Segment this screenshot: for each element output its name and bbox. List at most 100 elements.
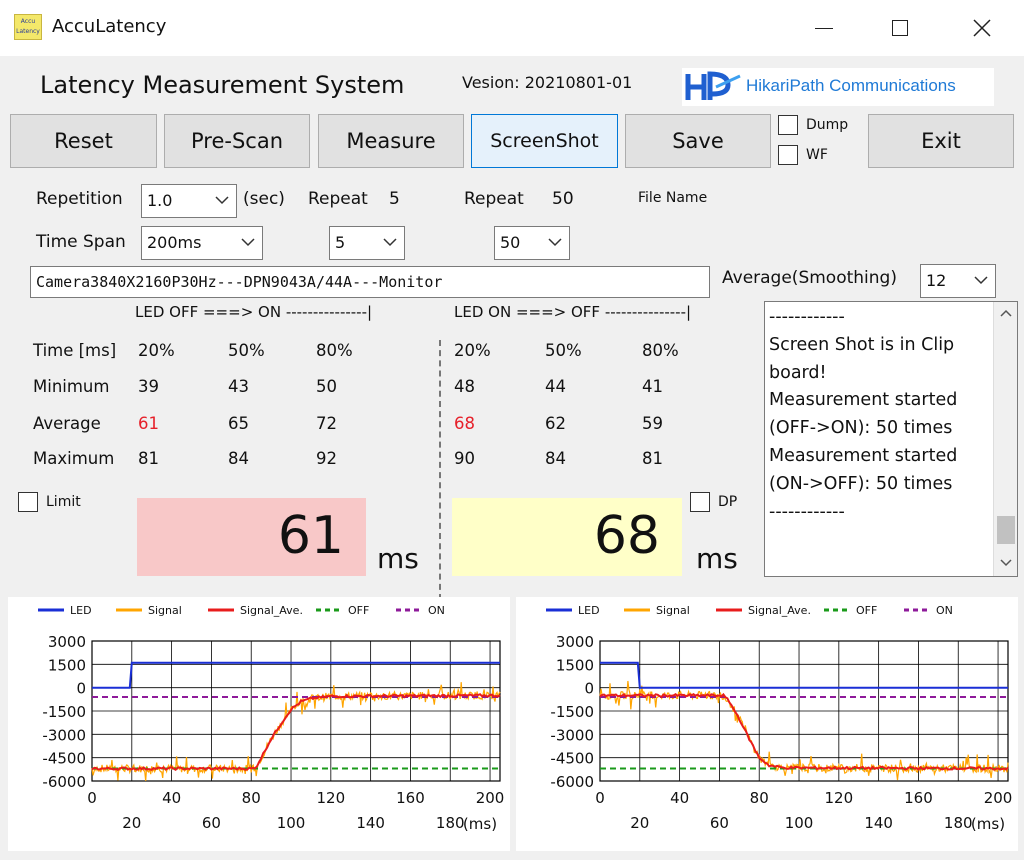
repeat-select-2[interactable]: 50 — [494, 226, 570, 260]
x-axis-label: (ms) — [463, 815, 497, 833]
reset-button[interactable]: Reset — [10, 114, 157, 168]
on-off-min-50: 44 — [545, 377, 566, 396]
log-textbox[interactable]: ------------ Screen Shot is in Clip boar… — [764, 301, 1018, 577]
scroll-up-icon[interactable] — [998, 306, 1014, 322]
scroll-down-icon[interactable] — [998, 554, 1014, 570]
y-tick-label: -4500 — [42, 750, 86, 768]
limit-checkbox[interactable]: Limit — [18, 492, 81, 512]
measure-button[interactable]: Measure — [318, 114, 464, 168]
system-title: Latency Measurement System — [40, 71, 405, 99]
on-off-min-80: 41 — [642, 377, 663, 396]
row-label-maximum: Maximum — [33, 449, 115, 468]
company-logo: HikariPath Communications — [682, 68, 994, 106]
x-tick-label: 80 — [750, 789, 769, 807]
x-axis-label: (ms) — [971, 815, 1005, 833]
limit-label: Limit — [46, 494, 81, 510]
on-off-avg-80: 59 — [642, 414, 663, 433]
prescan-button[interactable]: Pre-Scan — [164, 114, 310, 168]
version-label: Vesion: 20210801-01 — [462, 73, 633, 92]
repeat-value-2: 50 — [552, 189, 574, 209]
app-icon-text-top: Accu — [20, 18, 36, 25]
y-tick-label: -1500 — [42, 703, 86, 721]
on-off-max-80: 81 — [642, 449, 663, 468]
on-off-max-20: 90 — [454, 449, 475, 468]
chevron-down-icon — [383, 238, 397, 247]
timespan-select-value: 200ms — [147, 233, 202, 252]
x-tick-label: 0 — [595, 789, 605, 807]
off-on-max-50: 84 — [228, 449, 249, 468]
log-scrollbar[interactable] — [993, 302, 1017, 576]
off-on-col-80: 80% — [316, 341, 353, 360]
y-tick-label: -6000 — [42, 773, 86, 791]
log-line: board! — [769, 362, 827, 383]
x-tick-label: 200 — [476, 789, 505, 807]
off-on-min-80: 50 — [316, 377, 337, 396]
y-tick-label: 1500 — [556, 656, 594, 674]
off-on-avg-80: 72 — [316, 414, 337, 433]
save-button[interactable]: Save — [625, 114, 771, 168]
limit-checkbox-box[interactable] — [18, 492, 38, 512]
file-name-input[interactable]: Camera3840X2160P30Hz---DPN9043A/44A---Mo… — [30, 266, 710, 298]
legend-label: Signal — [656, 604, 690, 617]
dp-checkbox[interactable]: DP — [690, 492, 737, 512]
dump-checkbox-box[interactable] — [778, 115, 798, 135]
screenshot-button[interactable]: ScreenShot — [471, 114, 618, 168]
on-off-avg-50: 62 — [545, 414, 566, 433]
x-tick-label: 120 — [317, 789, 346, 807]
on-off-avg-20: 68 — [454, 414, 475, 433]
minimize-button[interactable] — [804, 8, 844, 48]
off-on-max-80: 92 — [316, 449, 337, 468]
app-icon: Accu Latency — [14, 14, 42, 40]
legend-label: OFF — [856, 604, 877, 617]
log-line: Measurement started — [769, 390, 958, 411]
dp-checkbox-box[interactable] — [690, 492, 710, 512]
repeat-select-1-value: 5 — [335, 233, 346, 252]
x-tick-label: 60 — [710, 814, 729, 832]
on-off-chart-svg: 300015000-1500-3000-4500-60000 40 80 120 160… — [546, 604, 1012, 833]
repeat-select-1[interactable]: 5 — [329, 226, 405, 260]
average-select[interactable]: 12 — [920, 264, 996, 298]
chevron-down-icon — [215, 196, 229, 205]
chevron-down-icon — [548, 238, 562, 247]
chevron-down-icon — [974, 276, 988, 285]
x-tick-label: 80 — [242, 789, 261, 807]
exit-button[interactable]: Exit — [868, 114, 1014, 168]
maximize-button[interactable] — [880, 8, 920, 48]
average-smoothing-label: Average(Smoothing) — [722, 268, 897, 288]
file-name-label: File Name — [638, 190, 708, 206]
log-line: ------------ — [769, 501, 845, 522]
x-tick-label: 20 — [122, 814, 141, 832]
y-tick-label: 0 — [76, 680, 86, 698]
x-tick-label: 100 — [785, 814, 814, 832]
title-bar: Accu Latency AccuLatency — [0, 0, 1024, 56]
hikaripath-logo-mark-icon — [685, 71, 741, 100]
on-off-col-50: 50% — [545, 341, 582, 360]
timespan-select[interactable]: 200ms — [141, 226, 263, 260]
wf-checkbox-box[interactable] — [778, 145, 798, 165]
y-tick-label: -3000 — [550, 726, 594, 744]
legend-label: OFF — [348, 604, 369, 617]
off-on-header: LED OFF ===> ON ---------------| — [135, 303, 373, 321]
on-off-col-20: 20% — [454, 341, 491, 360]
off-on-min-20: 39 — [138, 377, 159, 396]
legend-label: Signal_Ave. — [748, 604, 811, 617]
y-tick-label: 0 — [584, 680, 594, 698]
dump-checkbox[interactable]: Dump — [778, 115, 848, 135]
log-scroll-thumb[interactable] — [997, 516, 1015, 544]
repetition-select-value: 1.0 — [147, 191, 173, 210]
x-tick-label: 120 — [825, 789, 854, 807]
row-label-average: Average — [33, 414, 101, 433]
off-on-col-50: 50% — [228, 341, 265, 360]
repeat-select-2-value: 50 — [500, 233, 521, 252]
dump-label: Dump — [806, 117, 849, 133]
row-label-minimum: Minimum — [33, 377, 110, 396]
off-on-chart: 3000 1500 0 -1500 -3000 -4500 -6000 0 40 80 120 160… — [8, 597, 510, 851]
x-tick-label: 140 — [356, 814, 385, 832]
window-title: AccuLatency — [52, 16, 167, 37]
off-on-unit: ms — [377, 542, 419, 575]
repetition-label: Repetition — [36, 189, 123, 209]
repetition-select[interactable]: 1.0 — [141, 184, 237, 218]
row-label-time: Time [ms] — [33, 341, 117, 360]
wf-checkbox[interactable]: WF — [778, 145, 828, 165]
close-button[interactable] — [962, 8, 1002, 48]
